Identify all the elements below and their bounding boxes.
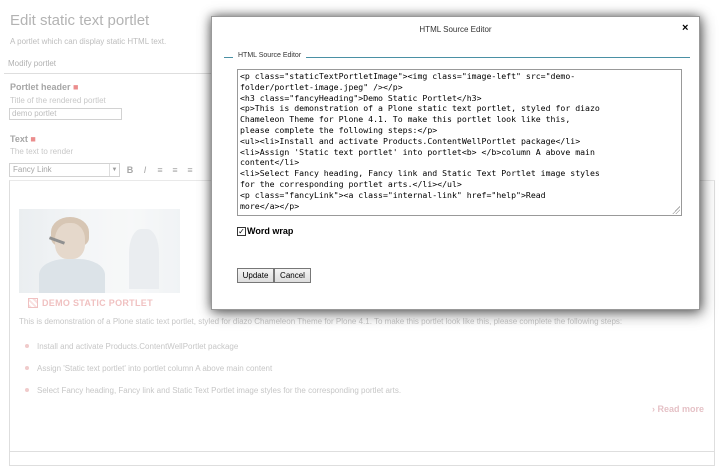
html-source-content[interactable]: <p class="staticTextPortletImage"><img c… [238,70,681,212]
update-button[interactable]: Update [237,268,274,283]
html-source-editor-dialog: HTML Source Editor × HTML Source Editor … [211,16,700,310]
word-wrap-checkbox[interactable]: ✓ [237,226,246,236]
word-wrap-label[interactable]: Word wrap [247,226,293,236]
page: Edit static text portlet A portlet which… [0,0,724,475]
cancel-button[interactable]: Cancel [274,268,311,283]
word-wrap-row: ✓ Word wrap [237,226,293,236]
dialog-title: HTML Source Editor [419,25,492,34]
html-source-textarea[interactable]: <p class="staticTextPortletImage"><img c… [237,69,682,216]
close-icon[interactable]: × [682,22,688,34]
fieldset-legend: HTML Source Editor [233,52,307,59]
resize-grip-icon[interactable] [672,206,680,214]
